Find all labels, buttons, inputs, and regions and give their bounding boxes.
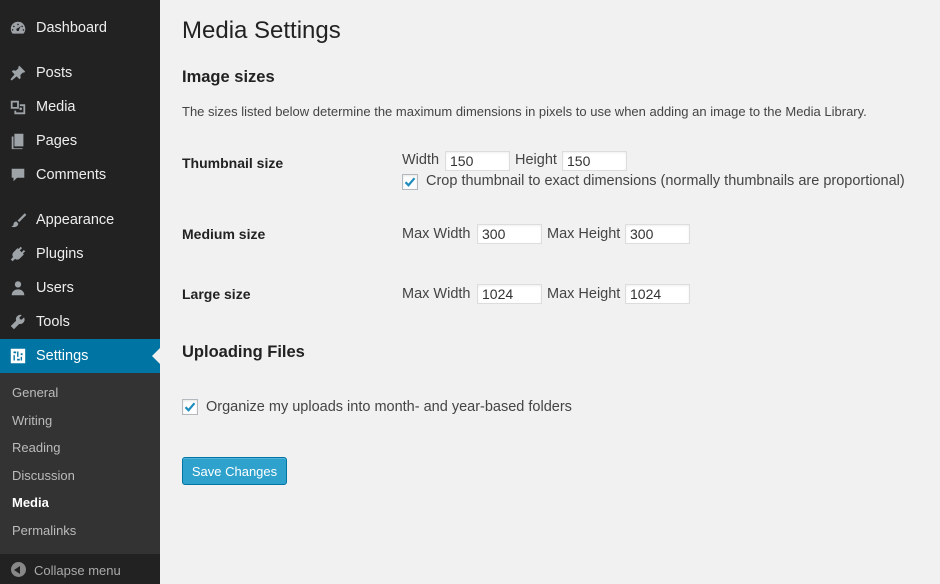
plug-icon <box>8 244 28 264</box>
pin-icon <box>8 63 28 83</box>
crop-thumbnail-checkbox[interactable] <box>402 174 418 190</box>
submenu-item-writing[interactable]: Writing <box>12 413 52 428</box>
sidebar-item-label: Media <box>36 99 76 115</box>
submenu-item-general[interactable]: General <box>12 385 58 400</box>
large-max-width-input[interactable] <box>477 284 542 304</box>
brush-icon <box>8 210 28 230</box>
main-content: Media Settings Image sizes The sizes lis… <box>160 0 940 584</box>
uploading-files-heading: Uploading Files <box>182 343 305 361</box>
large-max-height-label: Max Height <box>547 286 621 302</box>
thumbnail-height-input[interactable] <box>562 151 627 171</box>
medium-max-height-input[interactable] <box>625 224 690 244</box>
sidebar-item-comments[interactable]: Comments <box>0 158 160 192</box>
submenu-item-media[interactable]: Media <box>12 495 49 510</box>
dashboard-icon <box>8 18 28 38</box>
sidebar-item-users[interactable]: Users <box>0 271 160 305</box>
submenu-item-permalinks[interactable]: Permalinks <box>12 523 76 538</box>
collapse-arrow-icon <box>11 562 26 577</box>
collapse-menu-button[interactable]: Collapse menu <box>0 556 160 584</box>
sidebar-item-plugins[interactable]: Plugins <box>0 237 160 271</box>
collapse-menu-label: Collapse menu <box>34 562 121 578</box>
sidebar-item-posts[interactable]: Posts <box>0 56 160 90</box>
medium-size-label: Medium size <box>182 226 266 242</box>
sidebar-item-label: Appearance <box>36 212 115 228</box>
large-size-label: Large size <box>182 286 251 302</box>
checkmark-icon <box>404 177 416 187</box>
sidebar-item-label: Dashboard <box>36 20 107 36</box>
sidebar-item-tools[interactable]: Tools <box>0 305 160 339</box>
medium-max-width-label: Max Width <box>402 226 471 242</box>
sidebar-item-dashboard[interactable]: Dashboard <box>0 11 160 45</box>
crop-thumbnail-label: Crop thumbnail to exact dimensions (norm… <box>426 173 905 189</box>
wrench-icon <box>8 312 28 332</box>
medium-max-height-label: Max Height <box>547 226 621 242</box>
sidebar-item-label: Users <box>36 280 74 296</box>
thumbnail-height-label: Height <box>515 152 557 168</box>
save-changes-button[interactable]: Save Changes <box>182 457 287 485</box>
comment-icon <box>8 165 28 185</box>
organize-uploads-checkbox[interactable] <box>182 399 198 415</box>
sidebar-item-appearance[interactable]: Appearance <box>0 203 160 237</box>
sidebar-item-media[interactable]: Media <box>0 90 160 124</box>
admin-sidebar: Dashboard Posts Media Pages Comments App… <box>0 0 160 584</box>
media-icon <box>8 97 28 117</box>
submenu-item-reading[interactable]: Reading <box>12 440 60 455</box>
medium-max-width-input[interactable] <box>477 224 542 244</box>
pages-icon <box>8 131 28 151</box>
image-sizes-description: The sizes listed below determine the max… <box>182 104 867 119</box>
sidebar-item-label: Settings <box>36 348 89 364</box>
sidebar-item-label: Tools <box>36 314 70 330</box>
thumbnail-width-label: Width <box>402 152 440 168</box>
settings-submenu: General Writing Reading Discussion Media… <box>0 373 160 554</box>
sidebar-item-label: Plugins <box>36 246 84 262</box>
sidebar-item-label: Posts <box>36 65 73 81</box>
current-indicator-arrow <box>152 348 160 364</box>
settings-icon <box>8 346 28 366</box>
page-title: Media Settings <box>182 17 341 44</box>
thumbnail-size-label: Thumbnail size <box>182 155 284 171</box>
sidebar-item-pages[interactable]: Pages <box>0 124 160 158</box>
checkmark-icon <box>184 402 196 412</box>
submenu-item-discussion[interactable]: Discussion <box>12 468 75 483</box>
sidebar-item-label: Pages <box>36 133 78 149</box>
large-max-width-label: Max Width <box>402 286 471 302</box>
organize-uploads-label: Organize my uploads into month- and year… <box>206 399 572 415</box>
image-sizes-heading: Image sizes <box>182 68 275 86</box>
thumbnail-width-input[interactable] <box>445 151 510 171</box>
large-max-height-input[interactable] <box>625 284 690 304</box>
sidebar-item-label: Comments <box>36 167 107 183</box>
user-icon <box>8 278 28 298</box>
sidebar-item-settings[interactable]: Settings <box>0 339 160 373</box>
